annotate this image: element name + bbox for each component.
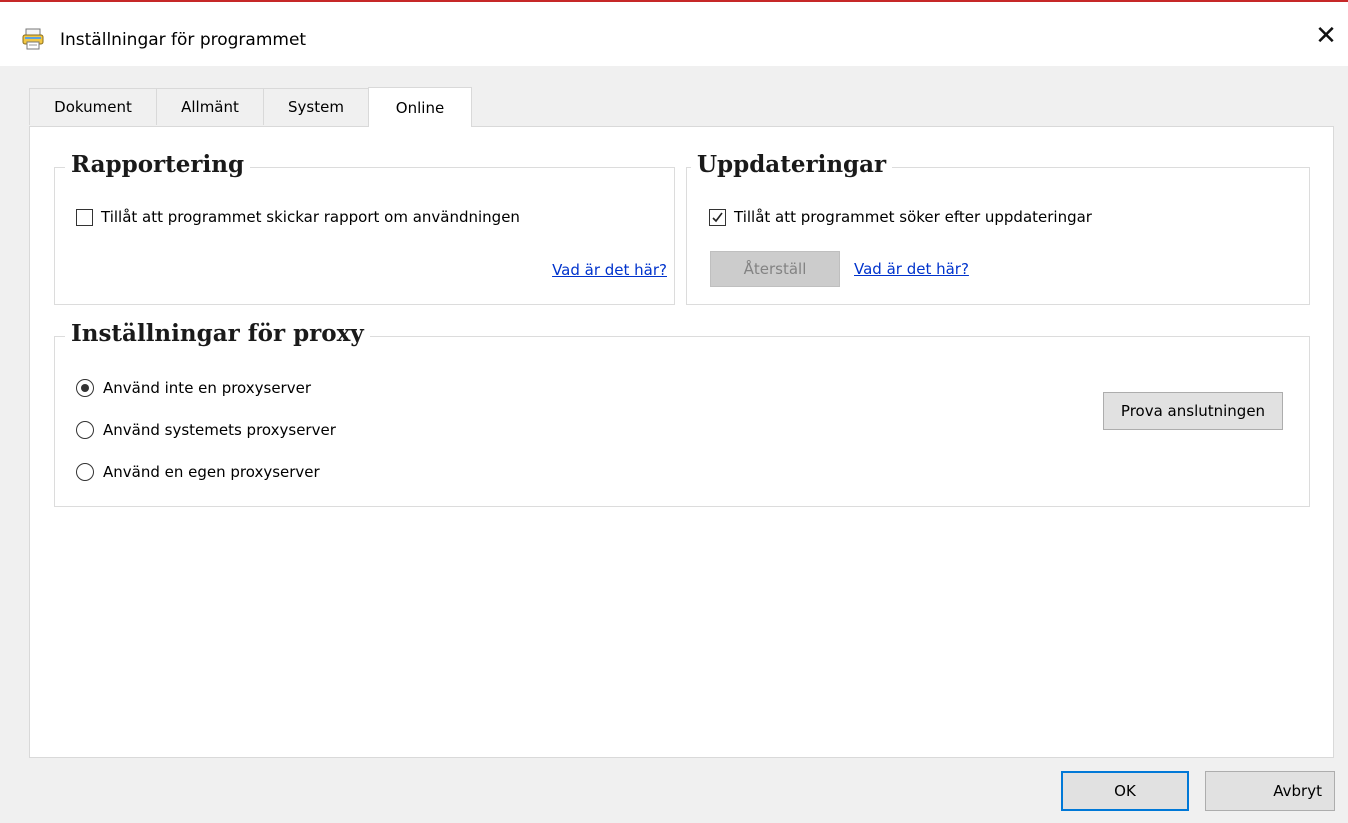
reporting-group: Rapportering Tillåt att programmet skick… [54,150,675,305]
close-icon[interactable]: ✕ [1304,14,1348,58]
printer-app-icon [22,28,44,50]
updates-checkbox-label: Tillåt att programmet söker efter uppdat… [734,208,1092,226]
window-title: Inställningar för programmet [60,30,307,50]
checkmark-icon [712,212,723,222]
proxy-option-label: Använd inte en proxyserver [103,379,312,397]
tab-dokument[interactable]: Dokument [29,88,157,125]
proxy-option-custom[interactable]: Använd en egen proxyserver [76,463,320,481]
reporting-checkbox-row[interactable]: Tillåt att programmet skickar rapport om… [76,208,520,226]
ok-button[interactable]: OK [1061,771,1189,811]
reporting-checkbox[interactable] [76,208,93,226]
settings-dialog: Inställningar för programmet ✕ Dokument … [0,0,1348,823]
updates-title: Uppdateringar [691,150,893,180]
tab-online[interactable]: Online [368,87,472,127]
updates-checkbox[interactable] [709,208,726,226]
proxy-option-none[interactable]: Använd inte en proxyserver [76,379,311,397]
updates-group: Uppdateringar Tillåt att programmet söke… [686,150,1310,305]
proxy-title: Inställningar för proxy [65,319,370,349]
title-bar: Inställningar för programmet ✕ [0,2,1348,66]
reporting-checkbox-label: Tillåt att programmet skickar rapport om… [101,208,520,226]
tab-panel-online: Rapportering Tillåt att programmet skick… [29,126,1334,758]
proxy-radio-custom[interactable] [76,463,94,481]
reset-button[interactable]: Återställ [710,251,840,287]
proxy-option-label: Använd en egen proxyserver [103,463,320,481]
tab-allmant[interactable]: Allmänt [156,88,264,125]
reporting-help-link[interactable]: Vad är det här? [552,261,667,279]
updates-help-link[interactable]: Vad är det här? [854,260,969,278]
reporting-title: Rapportering [65,150,251,180]
updates-checkbox-row[interactable]: Tillåt att programmet söker efter uppdat… [709,208,1092,226]
proxy-radio-none[interactable] [76,379,94,397]
tab-system[interactable]: System [263,88,369,125]
proxy-option-label: Använd systemets proxyserver [103,421,336,439]
proxy-radio-system[interactable] [76,421,94,439]
proxy-group: Inställningar för proxy Använd inte en p… [54,319,1310,507]
proxy-option-system[interactable]: Använd systemets proxyserver [76,421,336,439]
test-connection-button[interactable]: Prova anslutningen [1103,392,1283,430]
cancel-button[interactable]: Avbryt [1205,771,1335,811]
